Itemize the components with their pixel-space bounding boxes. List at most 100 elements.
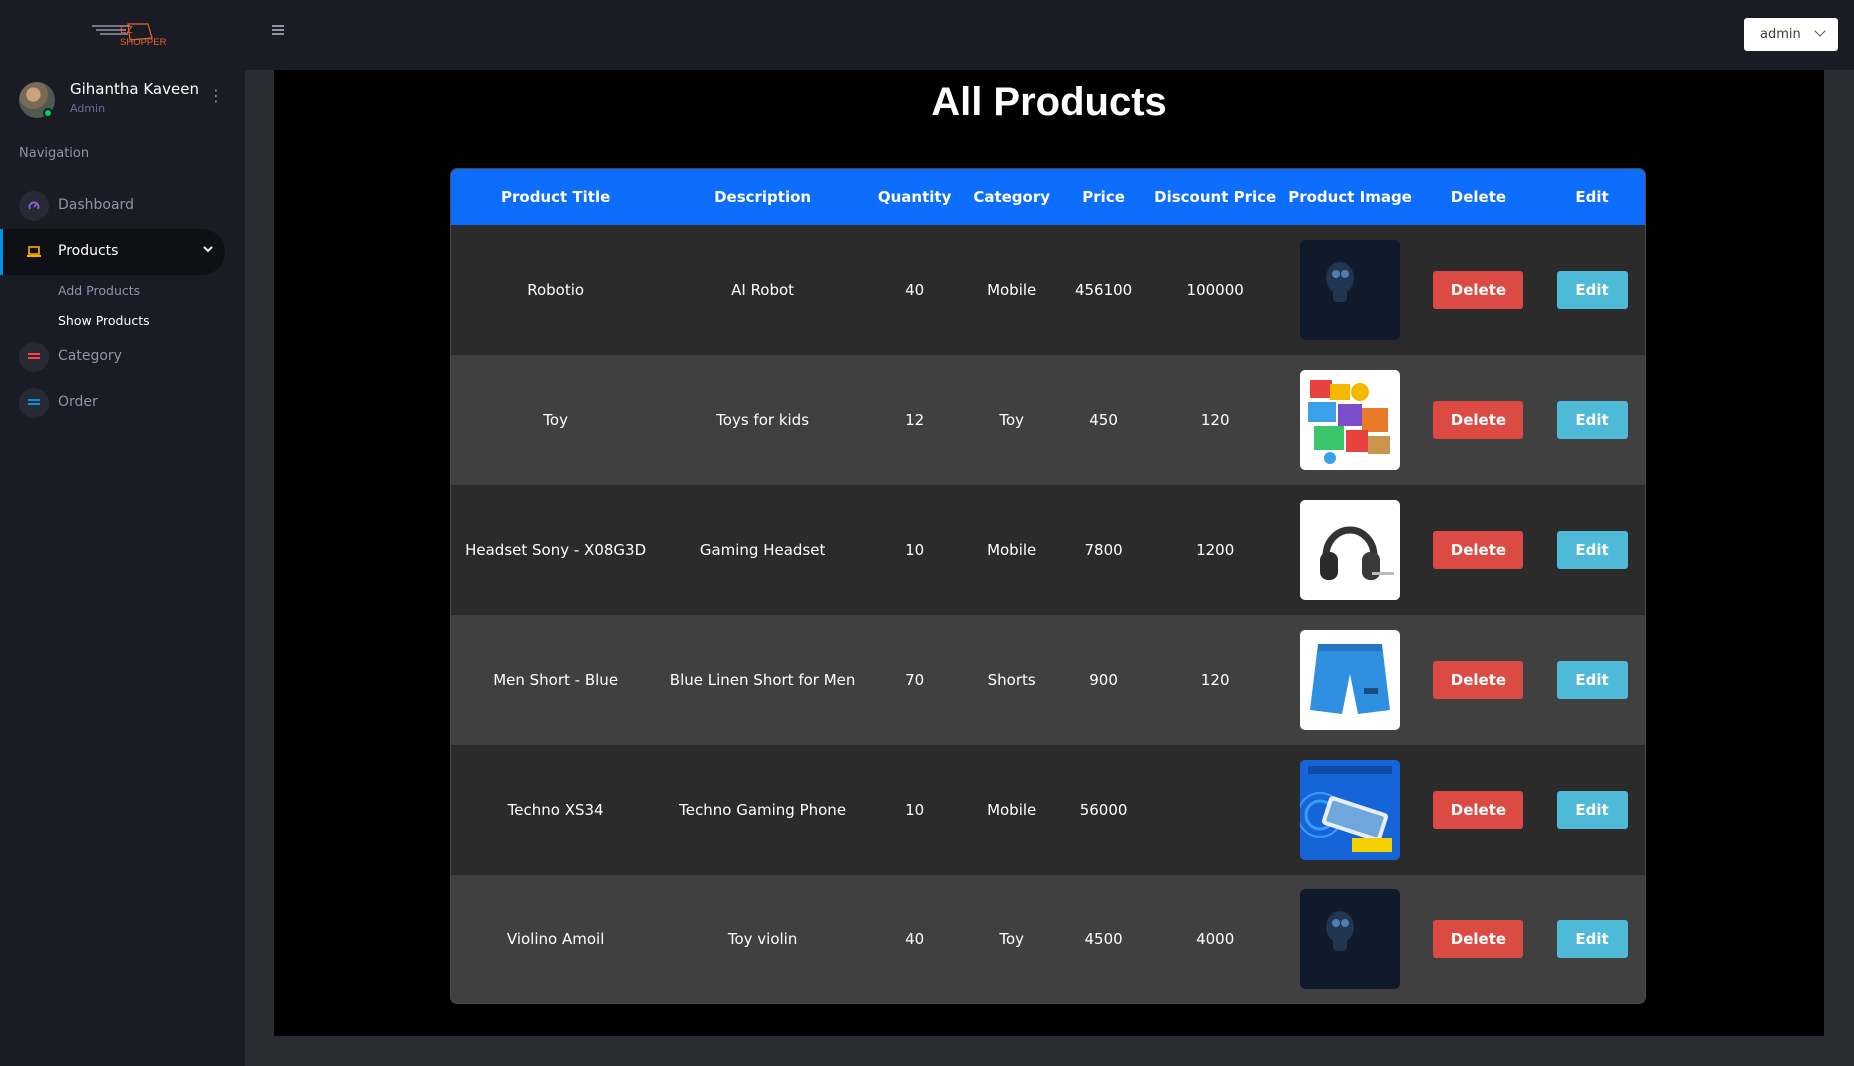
cell-delete: Delete (1417, 225, 1539, 355)
user-dropdown-label: admin (1760, 27, 1801, 42)
cell-quantity: 40 (864, 875, 965, 1003)
delete-button[interactable]: Delete (1433, 271, 1524, 309)
list-icon (19, 342, 49, 372)
cell-image (1282, 225, 1418, 355)
cell-description: AI Robot (660, 225, 865, 355)
cell-quantity: 70 (864, 615, 965, 745)
cell-category: Mobile (964, 225, 1060, 355)
cell-category: Toy (964, 875, 1060, 1003)
content-area: All Products Product Title Description Q… (274, 70, 1824, 1036)
nav-heading: Navigation (19, 146, 90, 161)
column-header: Product Title (451, 169, 661, 225)
sidebar-subitem-add-products[interactable]: Add Products (58, 283, 140, 298)
cell-image (1282, 875, 1418, 1003)
edit-button[interactable]: Edit (1556, 531, 1628, 569)
cell-price: 900 (1059, 615, 1149, 745)
column-header: Category (964, 169, 1060, 225)
table-row: Techno XS34 Techno Gaming Phone 10 Mobil… (451, 745, 1645, 875)
list-icon (19, 388, 49, 418)
cell-category: Toy (964, 355, 1060, 485)
cell-discount-price: 1200 (1148, 485, 1283, 615)
cell-edit: Edit (1539, 355, 1645, 485)
cell-edit: Edit (1539, 485, 1645, 615)
column-header: Edit (1539, 169, 1645, 225)
product-image-robot (1300, 240, 1401, 340)
column-header: Discount Price (1148, 169, 1283, 225)
svg-text:SHOPPER: SHOPPER (120, 37, 167, 48)
laptop-icon (19, 237, 49, 267)
cell-description: Gaming Headset (660, 485, 865, 615)
edit-button[interactable]: Edit (1556, 791, 1628, 829)
cell-title: Techno XS34 (451, 745, 661, 875)
page-title: All Products (931, 80, 1167, 124)
sidebar-item-label: Dashboard (58, 197, 134, 213)
edit-button[interactable]: Edit (1556, 661, 1628, 699)
sidebar-subitem-show-products[interactable]: Show Products (58, 313, 150, 328)
column-header: Delete (1417, 169, 1539, 225)
products-table: Product Title Description Quantity Categ… (450, 168, 1646, 1004)
hamburger-icon[interactable] (272, 25, 284, 35)
cell-price: 4500 (1059, 875, 1149, 1003)
sidebar-item-dashboard[interactable]: Dashboard (0, 183, 225, 229)
cell-image (1282, 485, 1418, 615)
vertical-dots-icon[interactable]: ⋮ (208, 86, 224, 106)
chevron-down-icon (1814, 25, 1826, 37)
sidebar-item-label: Products (58, 243, 119, 259)
user-dropdown[interactable]: admin (1744, 18, 1838, 51)
delete-button[interactable]: Delete (1433, 920, 1524, 958)
cell-image (1282, 355, 1418, 485)
cell-title: Robotio (451, 225, 661, 355)
cell-delete: Delete (1417, 355, 1539, 485)
delete-button[interactable]: Delete (1433, 791, 1524, 829)
column-header: Price (1059, 169, 1149, 225)
brand-logo[interactable]: EZ SHOPPER (90, 18, 180, 48)
cell-delete: Delete (1417, 615, 1539, 745)
cell-title: Headset Sony - X08G3D (451, 485, 661, 615)
cell-discount-price: 120 (1148, 615, 1283, 745)
edit-button[interactable]: Edit (1556, 401, 1628, 439)
cell-edit: Edit (1539, 225, 1645, 355)
chevron-down-icon (203, 243, 213, 256)
user-profile: Gihantha Kaveen Admin ⋮ (19, 80, 229, 120)
cell-discount-price: 100000 (1148, 225, 1283, 355)
cell-quantity: 10 (864, 485, 965, 615)
product-image-toy-shop (1300, 370, 1401, 470)
delete-button[interactable]: Delete (1433, 531, 1524, 569)
column-header: Product Image (1282, 169, 1418, 225)
column-header: Description (660, 169, 865, 225)
delete-button[interactable]: Delete (1433, 401, 1524, 439)
product-image-headset (1300, 500, 1401, 600)
table-row: Robotio AI Robot 40 Mobile 456100 100000… (451, 225, 1645, 355)
cell-description: Blue Linen Short for Men (660, 615, 865, 745)
table-row: Men Short - Blue Blue Linen Short for Me… (451, 615, 1645, 745)
cell-price: 450 (1059, 355, 1149, 485)
table-header-row: Product Title Description Quantity Categ… (451, 169, 1645, 225)
edit-button[interactable]: Edit (1556, 271, 1628, 309)
cell-delete: Delete (1417, 485, 1539, 615)
profile-role: Admin (70, 102, 106, 115)
cell-quantity: 12 (864, 355, 965, 485)
cell-title: Men Short - Blue (451, 615, 661, 745)
cell-title: Toy (451, 355, 661, 485)
sidebar-item-order[interactable]: Order (0, 380, 225, 426)
sidebar-item-category[interactable]: Category (0, 334, 225, 380)
cell-image (1282, 745, 1418, 875)
cell-description: Toy violin (660, 875, 865, 1003)
cell-description: Toys for kids (660, 355, 865, 485)
cell-description: Techno Gaming Phone (660, 745, 865, 875)
edit-button[interactable]: Edit (1556, 920, 1628, 958)
cell-quantity: 10 (864, 745, 965, 875)
online-status-dot (43, 108, 53, 118)
delete-button[interactable]: Delete (1433, 661, 1524, 699)
sidebar-item-label: Category (58, 348, 122, 364)
ez-shopper-logo: EZ SHOPPER (92, 23, 167, 48)
sidebar-item-label: Order (58, 394, 98, 410)
product-image-robot (1300, 889, 1401, 989)
cell-discount-price (1148, 745, 1283, 875)
profile-name: Gihantha Kaveen (70, 80, 199, 98)
cell-edit: Edit (1539, 875, 1645, 1003)
cell-image (1282, 615, 1418, 745)
product-image-blue-shorts (1300, 630, 1401, 730)
cell-delete: Delete (1417, 875, 1539, 1003)
sidebar-item-products[interactable]: Products (0, 229, 225, 275)
